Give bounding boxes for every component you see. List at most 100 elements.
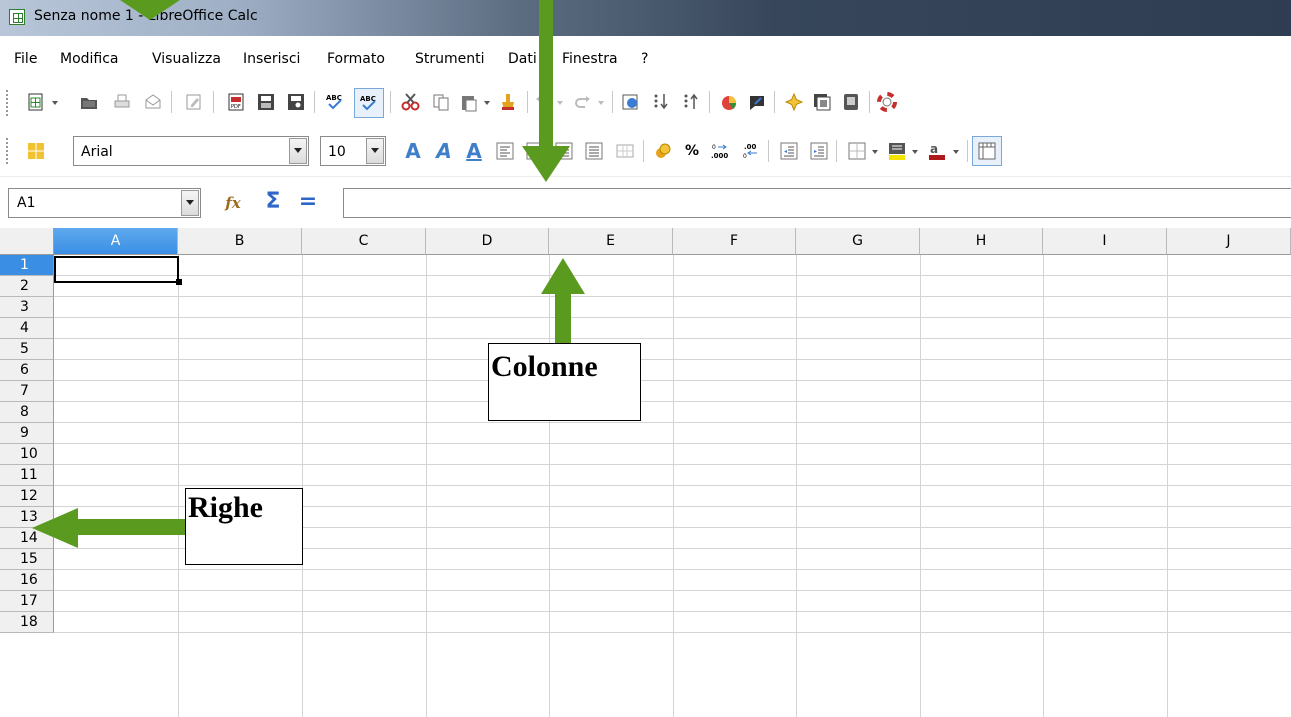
- sort-ascending-icon[interactable]: [650, 91, 672, 113]
- save-icon[interactable]: [255, 91, 277, 113]
- row-header-12[interactable]: 12: [0, 486, 54, 507]
- formula-input[interactable]: [343, 188, 1291, 218]
- italic-icon[interactable]: A: [433, 140, 455, 162]
- font-size-dropdown-icon[interactable]: [366, 138, 384, 164]
- column-header-j[interactable]: J: [1167, 228, 1291, 255]
- font-color-icon[interactable]: a: [926, 140, 948, 162]
- gallery-icon[interactable]: [811, 91, 833, 113]
- align-left-icon[interactable]: [494, 140, 516, 162]
- delete-decimal-icon[interactable]: .00 0: [739, 140, 761, 162]
- help-icon[interactable]: [876, 91, 898, 113]
- cut-icon[interactable]: [400, 91, 422, 113]
- new-dropdown-icon[interactable]: [52, 101, 58, 105]
- menu-strumenti[interactable]: Strumenti: [415, 51, 485, 67]
- row-header-18[interactable]: 18: [0, 612, 54, 633]
- row-header-10[interactable]: 10: [0, 444, 54, 465]
- styles-icon[interactable]: [25, 140, 47, 162]
- bold-icon[interactable]: A: [402, 140, 424, 162]
- column-header-a[interactable]: A: [54, 228, 178, 255]
- add-decimal-icon[interactable]: 0.000: [709, 140, 731, 162]
- print-icon[interactable]: [111, 91, 133, 113]
- column-header-e[interactable]: E: [549, 228, 673, 255]
- navigator-icon[interactable]: [783, 91, 805, 113]
- export-pdf-icon[interactable]: PDF: [225, 91, 247, 113]
- toolbar-grip[interactable]: [6, 90, 11, 116]
- row-header-3[interactable]: 3: [0, 297, 54, 318]
- background-color-dropdown-icon[interactable]: [912, 150, 918, 154]
- edit-mode-icon[interactable]: [183, 91, 205, 113]
- sort-descending-icon[interactable]: [680, 91, 702, 113]
- borders-icon[interactable]: [846, 140, 868, 162]
- toggle-grid-icon[interactable]: [972, 136, 1002, 166]
- autospellcheck-icon[interactable]: ABC: [354, 88, 384, 118]
- hyperlink-icon[interactable]: [620, 91, 642, 113]
- column-header-g[interactable]: G: [796, 228, 920, 255]
- toolbar-grip[interactable]: [6, 138, 11, 164]
- menu-help[interactable]: ?: [641, 51, 648, 67]
- column-header-i[interactable]: I: [1043, 228, 1167, 255]
- menu-formato[interactable]: Formato: [327, 51, 385, 67]
- column-header-h[interactable]: H: [920, 228, 1043, 255]
- justify-icon[interactable]: [583, 140, 605, 162]
- underline-icon[interactable]: A: [463, 140, 485, 162]
- menu-modifica[interactable]: Modifica: [60, 51, 119, 67]
- menu-dati[interactable]: Dati: [508, 51, 537, 67]
- column-header-d[interactable]: D: [426, 228, 549, 255]
- spreadsheet-grid[interactable]: A B C D E F G H I J 1 2 3 4 5 6 7 8 9 10…: [0, 228, 1291, 717]
- redo-dropdown-icon[interactable]: [598, 101, 604, 105]
- row-header-1[interactable]: 1: [0, 255, 54, 276]
- font-name-combo[interactable]: Arial: [73, 136, 309, 166]
- row-header-11[interactable]: 11: [0, 465, 54, 486]
- row-header-6[interactable]: 6: [0, 360, 54, 381]
- column-header-f[interactable]: F: [673, 228, 796, 255]
- paste-icon[interactable]: [458, 91, 480, 113]
- row-header-16[interactable]: 16: [0, 570, 54, 591]
- paste-dropdown-icon[interactable]: [484, 101, 490, 105]
- row-header-8[interactable]: 8: [0, 402, 54, 423]
- merge-cells-icon[interactable]: [614, 140, 636, 162]
- menu-inserisci[interactable]: Inserisci: [243, 51, 300, 67]
- borders-dropdown-icon[interactable]: [872, 150, 878, 154]
- chart-icon[interactable]: [718, 91, 740, 113]
- fill-handle[interactable]: [176, 279, 182, 285]
- row-header-2[interactable]: 2: [0, 276, 54, 297]
- open-folder-icon[interactable]: [78, 91, 100, 113]
- font-name-dropdown-icon[interactable]: [289, 138, 307, 164]
- spellcheck-icon[interactable]: ABC: [324, 91, 346, 113]
- background-color-icon[interactable]: [886, 140, 908, 162]
- email-icon[interactable]: [142, 91, 164, 113]
- increase-indent-icon[interactable]: [808, 140, 830, 162]
- column-header-c[interactable]: C: [302, 228, 426, 255]
- select-all-corner[interactable]: [0, 228, 54, 255]
- font-size-combo[interactable]: 10: [320, 136, 386, 166]
- draw-functions-icon[interactable]: [746, 91, 768, 113]
- row-header-4[interactable]: 4: [0, 318, 54, 339]
- row-header-17[interactable]: 17: [0, 591, 54, 612]
- redo-icon[interactable]: [572, 91, 594, 113]
- print-preview-icon[interactable]: [285, 91, 307, 113]
- menu-finestra[interactable]: Finestra: [562, 51, 618, 67]
- currency-icon[interactable]: [652, 140, 674, 162]
- active-cell-a1[interactable]: [54, 256, 179, 283]
- decrease-indent-icon[interactable]: [778, 140, 800, 162]
- new-document-icon[interactable]: [25, 91, 47, 113]
- undo-dropdown-icon[interactable]: [557, 101, 563, 105]
- sum-icon[interactable]: Σ: [262, 191, 284, 213]
- clone-formatting-icon[interactable]: [497, 91, 519, 113]
- percent-icon[interactable]: %: [681, 140, 703, 162]
- menu-file[interactable]: File: [14, 51, 37, 67]
- row-header-15[interactable]: 15: [0, 549, 54, 570]
- equals-icon[interactable]: =: [297, 191, 319, 213]
- function-wizard-icon[interactable]: fx: [222, 192, 244, 214]
- copy-icon[interactable]: [430, 91, 452, 113]
- name-box[interactable]: A1: [8, 188, 201, 218]
- font-color-dropdown-icon[interactable]: [953, 150, 959, 154]
- column-header-b[interactable]: B: [178, 228, 302, 255]
- data-sources-icon[interactable]: [840, 91, 862, 113]
- row-header-5[interactable]: 5: [0, 339, 54, 360]
- row-header-7[interactable]: 7: [0, 381, 54, 402]
- row-header-9[interactable]: 9: [0, 423, 54, 444]
- menu-visualizza[interactable]: Visualizza: [152, 51, 221, 67]
- name-box-dropdown-icon[interactable]: [181, 190, 199, 216]
- title-bar: Senza nome 1 - LibreOffice Calc: [0, 0, 1291, 36]
